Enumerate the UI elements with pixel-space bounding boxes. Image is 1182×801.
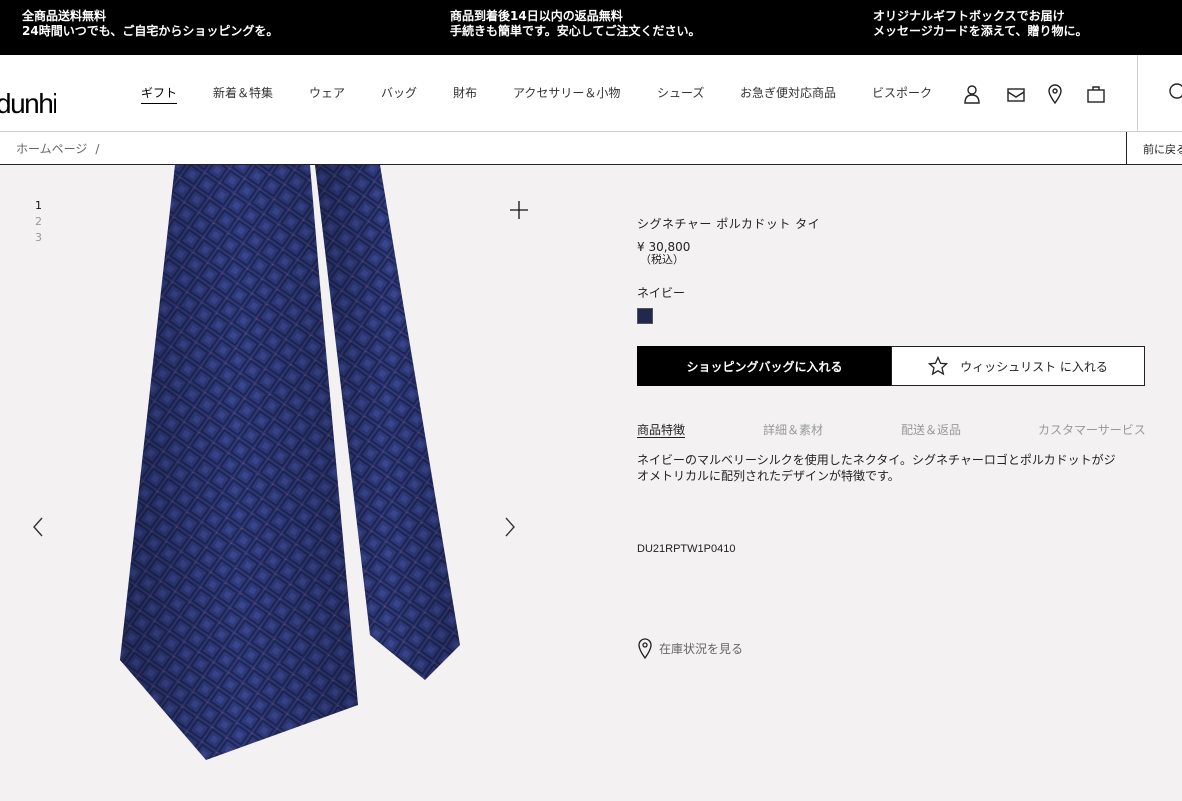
tab-shipping[interactable]: 配送＆返品 bbox=[901, 421, 961, 438]
account-icon[interactable] bbox=[962, 83, 982, 105]
product-color-name: ネイビー bbox=[637, 286, 686, 300]
promo-shipping-title: 全商品送料無料 bbox=[22, 9, 107, 23]
tab-customer-service[interactable]: カスタマーサービス bbox=[1038, 421, 1146, 438]
promo-bar: 全商品送料無料 24時間いつでも、ご自宅からショッピングを。 商品到着後14日以… bbox=[0, 0, 1182, 55]
check-stock-label: 在庫状況を見る bbox=[659, 641, 744, 656]
add-to-bag-button[interactable]: ショッピングバッグに入れる bbox=[637, 346, 892, 386]
promo-shipping: 全商品送料無料 24時間いつでも、ご自宅からショッピングを。 bbox=[22, 9, 278, 39]
promo-shipping-subtitle: 24時間いつでも、ご自宅からショッピングを。 bbox=[22, 24, 279, 38]
back-link[interactable]: 前に戻る bbox=[1143, 141, 1182, 157]
promo-gift-subtitle: メッセージカードを添えて、贈り物に。 bbox=[873, 24, 1088, 38]
gallery-pager: 1 2 3 bbox=[35, 198, 42, 246]
breadcrumb: ホームページ / 前に戻る bbox=[0, 132, 1182, 165]
product-tax-note: （税込） bbox=[640, 253, 684, 266]
promo-returns-subtitle: 手続きも簡単です。安心してご注文ください。 bbox=[450, 24, 701, 38]
tab-features[interactable]: 商品特徴 bbox=[637, 421, 685, 438]
product-sku: DU21RPTW1P0410 bbox=[637, 543, 736, 555]
product-info: シグネチャー ポルカドット タイ ¥ 30,800 （税込） ネイビー ショッピ… bbox=[637, 165, 1182, 801]
nav-item-shoes[interactable]: シューズ bbox=[657, 84, 704, 101]
tab-details[interactable]: 詳細＆素材 bbox=[763, 421, 823, 438]
star-icon bbox=[928, 356, 949, 376]
color-swatch[interactable] bbox=[637, 308, 653, 324]
product-title: シグネチャー ポルカドット タイ bbox=[637, 217, 821, 231]
shopping-bag-icon[interactable] bbox=[1086, 83, 1106, 105]
promo-returns-title: 商品到着後14日以内の返品無料 bbox=[450, 9, 623, 23]
promo-gift-title: オリジナルギフトボックスでお届け bbox=[873, 9, 1065, 23]
promo-gift: オリジナルギフトボックスでお届け メッセージカードを添えて、贈り物に。 bbox=[873, 9, 1088, 39]
breadcrumb-home[interactable]: ホームページ bbox=[16, 142, 87, 156]
nav-item-express[interactable]: お急ぎ便対応商品 bbox=[740, 84, 836, 101]
nav-item-bespoke[interactable]: ビスポーク bbox=[872, 84, 932, 101]
gallery-page-2[interactable]: 2 bbox=[35, 214, 42, 230]
nav-item-bags[interactable]: バッグ bbox=[381, 84, 417, 101]
store-locator-icon[interactable] bbox=[1045, 83, 1065, 105]
add-to-bag-label: ショッピングバッグに入れる bbox=[686, 359, 843, 374]
add-to-wishlist-label: ウィッシュリスト に入れる bbox=[960, 359, 1108, 374]
nav-item-wear[interactable]: ウェア bbox=[309, 84, 345, 101]
svg-text:dunhill: dunhill bbox=[0, 88, 56, 119]
mail-icon[interactable] bbox=[1006, 83, 1026, 105]
site-header: dunhill ギフト 新着＆特集 ウェア バッグ 財布 アクセサリー＆小物 シ… bbox=[0, 55, 1182, 132]
zoom-plus-icon[interactable] bbox=[508, 199, 530, 221]
location-pin-icon bbox=[638, 638, 652, 659]
nav-item-new[interactable]: 新着＆特集 bbox=[213, 84, 273, 101]
breadcrumb-trail: ホームページ / bbox=[16, 140, 99, 157]
gallery-page-3[interactable]: 3 bbox=[35, 230, 42, 246]
chevron-right-icon[interactable] bbox=[502, 515, 518, 539]
dunhill-logo[interactable]: dunhill bbox=[0, 69, 56, 119]
nav-item-wallets[interactable]: 財布 bbox=[453, 84, 477, 101]
breadcrumb-separator: / bbox=[95, 142, 100, 156]
product-description: ネイビーのマルベリーシルクを使用したネクタイ。シグネチャーロゴとポルカドットがジ… bbox=[637, 453, 1116, 483]
chevron-left-icon[interactable] bbox=[30, 515, 46, 539]
nav-item-accessories[interactable]: アクセサリー＆小物 bbox=[513, 84, 620, 101]
product-gallery: 1 2 3 bbox=[0, 165, 560, 801]
gallery-page-1[interactable]: 1 bbox=[35, 198, 42, 214]
check-stock-link[interactable]: 在庫状況を見る bbox=[637, 637, 743, 659]
promo-returns: 商品到着後14日以内の返品無料 手続きも簡単です。安心してご注文ください。 bbox=[450, 9, 700, 39]
header-divider bbox=[1137, 55, 1138, 132]
breadcrumb-divider bbox=[1126, 132, 1127, 165]
add-to-wishlist-button[interactable]: ウィッシュリスト に入れる bbox=[891, 346, 1145, 386]
nav-item-gift[interactable]: ギフト bbox=[141, 84, 178, 104]
search-icon[interactable] bbox=[1165, 81, 1182, 103]
product-image[interactable] bbox=[100, 165, 500, 765]
